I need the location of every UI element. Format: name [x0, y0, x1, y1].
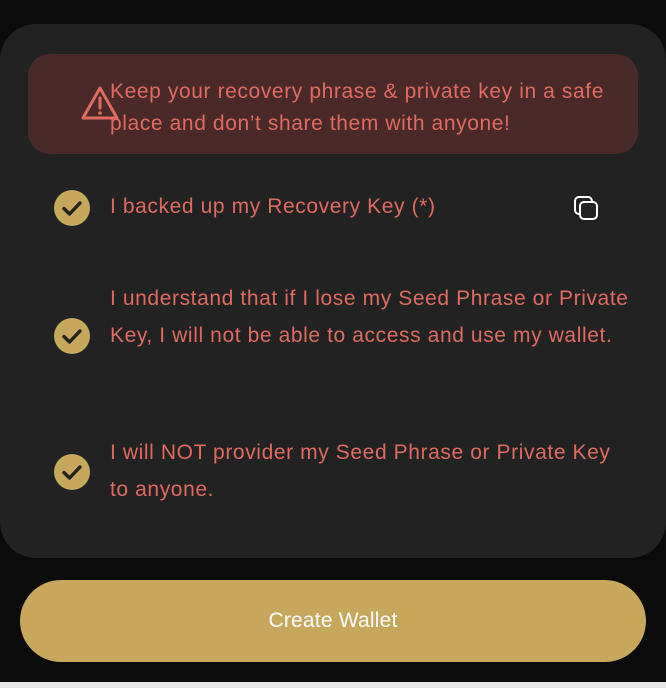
confirmation-panel: Keep your recovery phrase & private key …	[0, 24, 666, 558]
screen-edge	[0, 682, 666, 688]
warning-message: Keep your recovery phrase & private key …	[110, 80, 604, 135]
check-circle-icon[interactable]	[54, 318, 90, 354]
create-wallet-button[interactable]: Create Wallet	[20, 580, 646, 662]
app-frame: Keep your recovery phrase & private key …	[0, 0, 666, 688]
warning-banner: Keep your recovery phrase & private key …	[28, 54, 638, 154]
check-circle-icon[interactable]	[54, 190, 90, 226]
checklist-item-label: I will NOT provider my Seed Phrase or Pr…	[110, 441, 611, 501]
checklist-item-label: I backed up my Recovery Key (*)	[110, 195, 436, 218]
check-circle-icon[interactable]	[54, 454, 90, 490]
checklist-item-label: I understand that if I lose my Seed Phra…	[110, 287, 629, 347]
copy-icon[interactable]	[572, 194, 600, 222]
